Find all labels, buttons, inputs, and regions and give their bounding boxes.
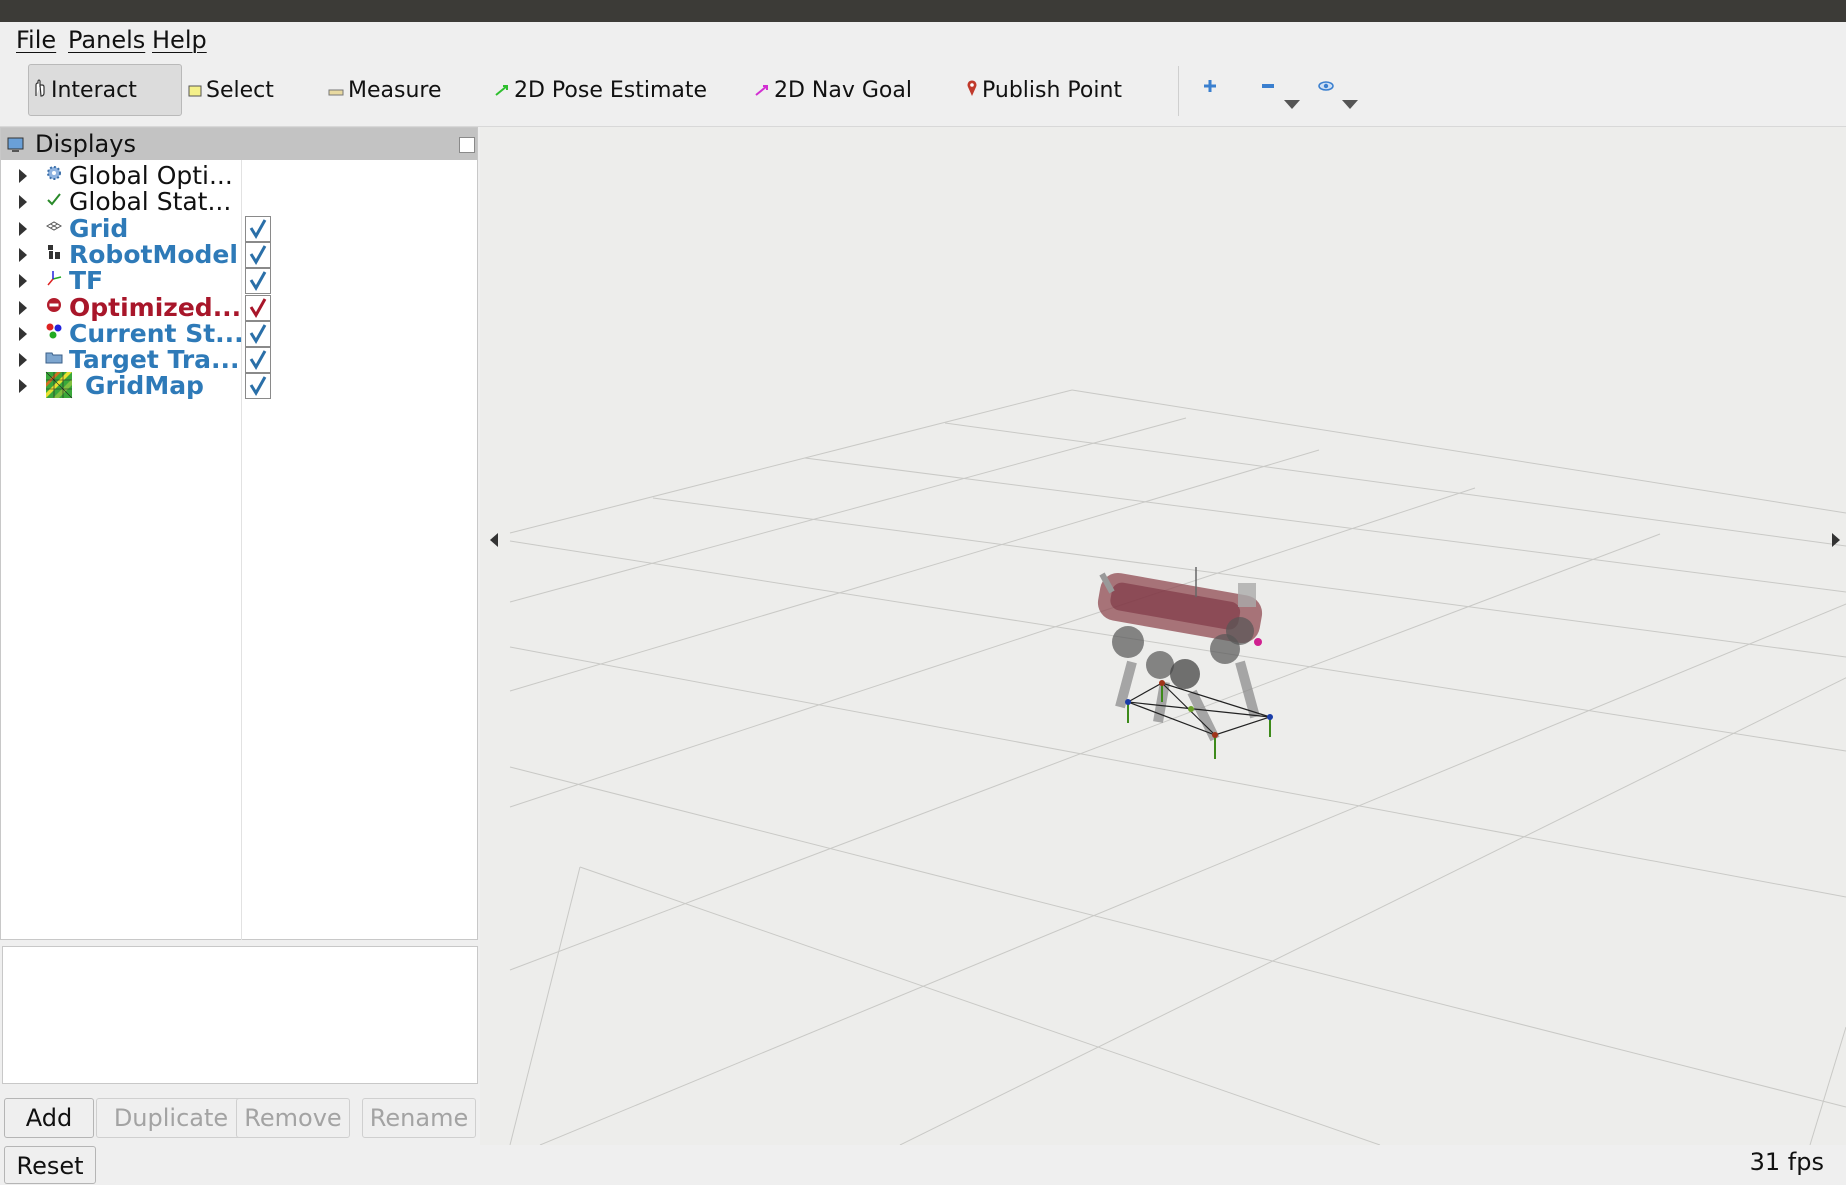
monitor-icon (7, 136, 25, 158)
robot-model (1097, 567, 1273, 759)
publish-point-label: Publish Point (982, 77, 1123, 103)
duplicate-button[interactable]: Duplicate (96, 1098, 246, 1138)
add-tool-button[interactable] (1202, 78, 1242, 108)
add-button[interactable]: Add (4, 1098, 94, 1138)
float-panel-button[interactable] (459, 137, 475, 153)
plus-icon (1202, 79, 1218, 98)
chevron-down-icon (1284, 100, 1300, 109)
green-arrow-icon (494, 78, 510, 103)
gridmap-icon (45, 371, 73, 399)
display-enabled-checkbox[interactable] (245, 268, 271, 295)
fps-counter: 31 fps (1749, 1148, 1824, 1176)
display-description-box (2, 946, 478, 1084)
magenta-arrow-icon (754, 78, 770, 103)
interact-tool-button[interactable]: Interact (28, 64, 182, 116)
grid-icon (45, 217, 67, 239)
map-pin-icon (966, 78, 978, 103)
measure-tool-button[interactable]: Measure (328, 64, 442, 116)
display-item-gridmap[interactable]: GridMap (1, 370, 477, 401)
display-item-label: GridMap (85, 371, 204, 401)
folder-icon (45, 348, 67, 370)
select-rectangle-icon (188, 78, 202, 103)
checkmark-icon (45, 190, 67, 212)
expand-arrow-icon[interactable] (19, 300, 27, 315)
display-enabled-checkbox[interactable] (245, 347, 271, 374)
interact-label: Interact (51, 77, 137, 103)
rename-button[interactable]: Rename (362, 1098, 476, 1138)
measure-label: Measure (348, 77, 442, 103)
3d-scene (509, 389, 1846, 1145)
ground-grid (509, 389, 1846, 1145)
display-enabled-checkbox[interactable] (245, 241, 271, 268)
displays-panel: Displays Global Opti... Global Stat... Gri… (0, 127, 478, 940)
gear-icon (45, 164, 67, 186)
collapse-right-panel-arrow[interactable] (1832, 533, 1840, 547)
nav-goal-label: 2D Nav Goal (774, 77, 912, 103)
menu-bar: File Panels Help (0, 22, 1846, 56)
display-enabled-checkbox[interactable] (245, 215, 271, 242)
expand-arrow-icon[interactable] (19, 195, 27, 210)
menu-help[interactable]: Help (152, 24, 207, 56)
select-label: Select (206, 77, 274, 103)
window-title-bar (0, 0, 1846, 22)
publish-point-tool-button[interactable]: Publish Point (966, 64, 1122, 116)
expand-arrow-icon[interactable] (19, 326, 27, 341)
menu-panels[interactable]: Panels (68, 24, 145, 56)
expand-arrow-icon[interactable] (19, 353, 27, 368)
chevron-down-icon (1342, 100, 1358, 109)
pose-estimate-tool-button[interactable]: 2D Pose Estimate (494, 64, 707, 116)
select-tool-button[interactable]: Select (188, 64, 274, 116)
displays-panel-header: Displays (1, 128, 477, 160)
minus-icon (1260, 79, 1276, 98)
display-enabled-checkbox[interactable] (245, 320, 271, 347)
robot-icon (45, 243, 67, 265)
3d-render-viewport[interactable] (480, 127, 1846, 1145)
expand-arrow-icon[interactable] (19, 169, 27, 183)
pose-estimate-label: 2D Pose Estimate (514, 77, 708, 103)
expand-arrow-icon[interactable] (19, 247, 27, 262)
expand-arrow-icon[interactable] (19, 274, 27, 289)
collapse-left-panel-arrow[interactable] (490, 533, 498, 547)
display-enabled-checkbox[interactable] (245, 373, 271, 400)
view-tool-dropdown[interactable] (1318, 78, 1358, 109)
expand-arrow-icon[interactable] (19, 379, 27, 394)
reset-button[interactable]: Reset (4, 1146, 96, 1184)
remove-button[interactable]: Remove (236, 1098, 350, 1138)
ruler-icon (328, 78, 344, 103)
hand-icon (33, 78, 47, 103)
tool-bar: Interact Select Measure 2D Pose Estimate… (0, 56, 1846, 127)
eye-icon (1318, 79, 1334, 98)
displays-panel-title: Displays (35, 130, 136, 158)
menu-file[interactable]: File (16, 24, 56, 56)
expand-arrow-icon[interactable] (19, 221, 27, 236)
error-icon (45, 296, 67, 318)
remove-tool-dropdown[interactable] (1260, 78, 1300, 109)
markers-icon (45, 322, 67, 344)
tf-axes-icon (45, 269, 67, 291)
display-enabled-checkbox[interactable] (245, 294, 271, 321)
toolbar-separator (1178, 66, 1179, 116)
nav-goal-tool-button[interactable]: 2D Nav Goal (754, 64, 912, 116)
